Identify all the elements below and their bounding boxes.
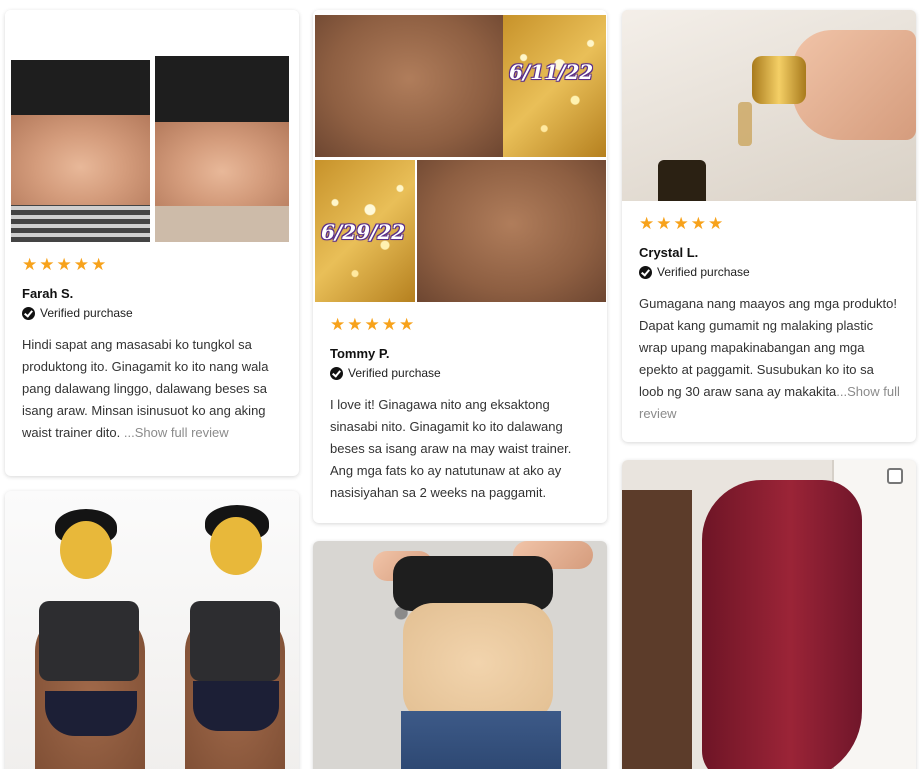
reviewer-name: Crystal L. — [639, 245, 699, 260]
emoji-face-icon — [60, 521, 112, 579]
review-photo-before-after[interactable] — [5, 491, 299, 769]
verified-label: Verified purchase — [40, 306, 133, 320]
review-text: Gumagana nang maayos ang mga produkto! D… — [639, 293, 900, 425]
review-body: ★★★★★ Farah S. Verified purchase Hindi s… — [5, 242, 299, 458]
review-body: ★★★★★ Crystal L. Verified purchase Gumag… — [622, 201, 916, 439]
serum-bottle — [658, 160, 706, 201]
review-photo-maroon-dress[interactable] — [622, 460, 916, 769]
review-text: Hindi sapat ang masasabi ko tungkol sa p… — [22, 334, 283, 444]
reviewer-name: Tommy P. — [330, 346, 390, 361]
dress-figure — [702, 480, 862, 769]
verified-label: Verified purchase — [348, 366, 441, 380]
review-grid: ★★★★★ Farah S. Verified purchase Hindi s… — [0, 0, 920, 769]
review-card-crystal[interactable]: ★★★★★ Crystal L. Verified purchase Gumag… — [622, 10, 916, 442]
check-circle-icon — [22, 306, 35, 320]
dropper-cap — [752, 56, 806, 104]
star-rating: ★★★★★ — [639, 214, 726, 233]
star-rating: ★★★★★ — [22, 255, 109, 274]
review-card-photo-1[interactable] — [5, 491, 299, 769]
verified-badge: Verified purchase — [22, 306, 283, 320]
before-photo — [11, 60, 150, 242]
review-card-photo-3[interactable] — [622, 460, 916, 769]
review-photo-tan-shaper[interactable] — [313, 541, 607, 769]
verified-badge: Verified purchase — [639, 265, 900, 279]
review-card-tommy[interactable]: 6/11/22 6/29/22 ★★★★★ Tommy P. Verified … — [313, 10, 607, 523]
review-text: I love it! Ginagawa nito ang eksaktong s… — [330, 397, 572, 500]
photo-date-label: 6/11/22 — [509, 60, 594, 84]
review-photo-crystal[interactable] — [622, 10, 916, 201]
check-circle-icon — [639, 265, 652, 279]
review-photo-farah[interactable] — [5, 10, 299, 242]
reviewer-name: Farah S. — [22, 286, 74, 301]
review-card-photo-2[interactable] — [313, 541, 607, 769]
verified-label: Verified purchase — [657, 265, 750, 279]
show-full-review-link[interactable]: ...Show full review — [124, 425, 229, 440]
star-rating: ★★★★★ — [330, 315, 417, 334]
review-photo-tommy[interactable]: 6/11/22 6/29/22 — [313, 10, 607, 302]
checkbox-icon[interactable] — [887, 468, 903, 484]
review-body: ★★★★★ Tommy P. Verified purchase I love … — [313, 302, 607, 518]
check-circle-icon — [330, 366, 343, 380]
emoji-face-icon — [210, 517, 262, 575]
photo-date-label: 6/29/22 — [321, 220, 406, 244]
after-photo — [155, 56, 289, 242]
review-card-farah[interactable]: ★★★★★ Farah S. Verified purchase Hindi s… — [5, 10, 299, 476]
verified-badge: Verified purchase — [330, 366, 591, 380]
